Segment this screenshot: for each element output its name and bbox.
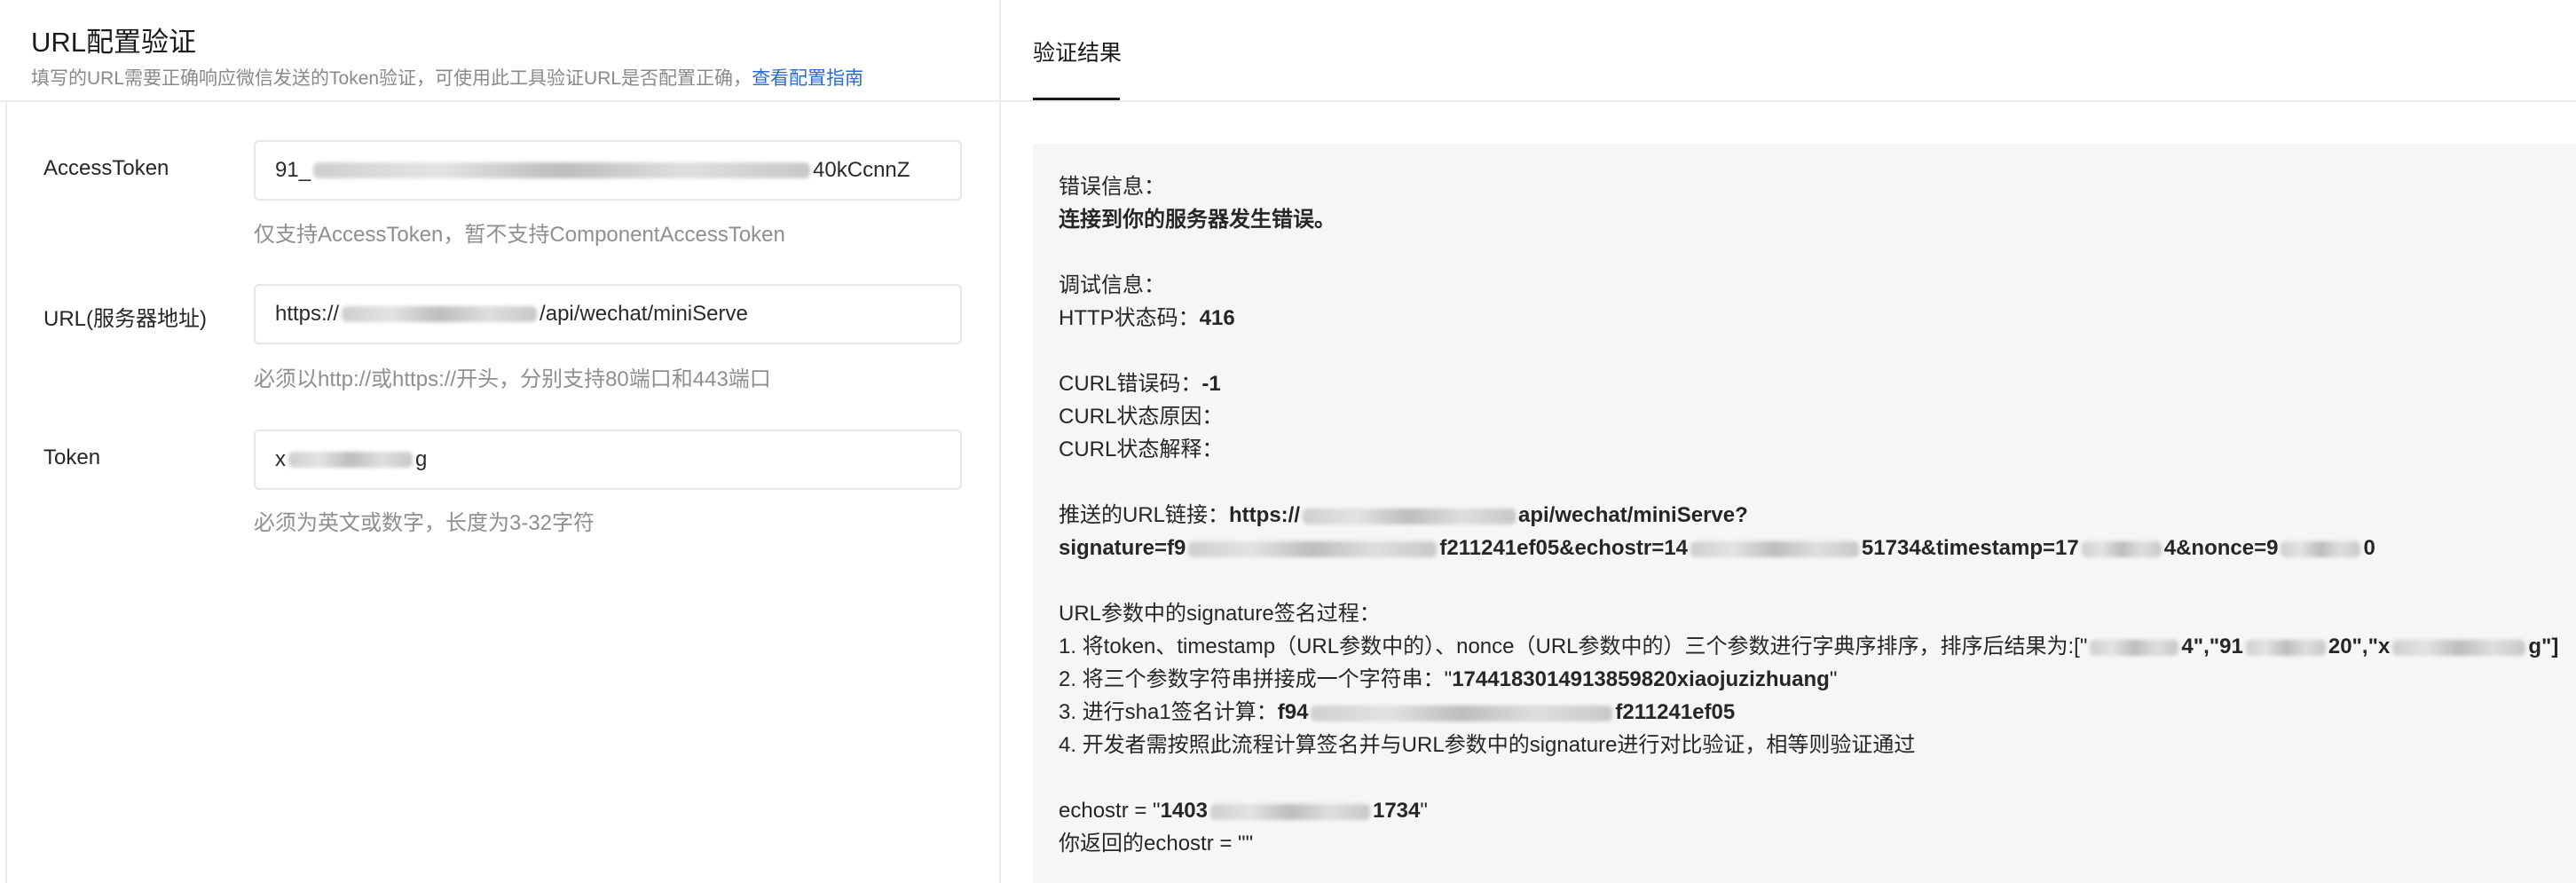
curl-error-value: -1	[1201, 372, 1221, 396]
redacted-value	[2245, 639, 2326, 656]
http-status-value: 416	[1199, 306, 1235, 330]
step3-text: 3. 进行sha1签名计算：	[1059, 700, 1278, 724]
url-label: URL(服务器地址)	[43, 307, 207, 331]
redacted-value	[288, 452, 413, 468]
step2-text: 2. 将三个参数字符串拼接成一个字符串："	[1059, 667, 1453, 691]
step1-v3-start: x	[2377, 635, 2391, 658]
step1-line: 1. 将token、timestamp（URL参数中的）、nonce（URL参数…	[1059, 630, 2576, 663]
redacted-value	[1311, 705, 1613, 721]
step1-text: 1. 将token、timestamp（URL参数中的）、nonce（URL参数…	[1059, 635, 2088, 658]
result-panel: 验证结果 错误信息： 连接到你的服务器发生错误。 调试信息： HTTP状态码：4…	[1001, 0, 2576, 883]
access-token-hint: 仅支持AccessToken，暂不支持ComponentAccessToken	[254, 223, 785, 247]
redacted-value	[313, 162, 811, 178]
error-label: 错误信息：	[1059, 175, 1165, 199]
push-url-part-b: f211241ef05&echostr=14	[1439, 536, 1688, 560]
step1-v2-start: 91	[2219, 635, 2243, 658]
url-value-start: https://	[275, 302, 340, 326]
step2-line: 2. 将三个参数字符串拼接成一个字符串："1744183014913859820…	[1059, 663, 2576, 696]
access-token-label: AccessToken	[43, 156, 169, 180]
sig-process-label: URL参数中的signature签名过程：	[1059, 602, 1381, 626]
access-token-value-end: 40kCcnnZ	[813, 158, 910, 182]
page-title: URL配置验证	[31, 27, 197, 58]
divider	[5, 100, 7, 883]
error-text-line: 连接到你的服务器发生错误。	[1059, 203, 2576, 236]
config-panel: URL配置验证 填写的URL需要正确响应微信发送的Token验证，可使用此工具验…	[0, 0, 1001, 883]
step1-v1-end: 4","	[2181, 635, 2220, 658]
subtitle-text: 填写的URL需要正确响应微信发送的Token验证，可使用此工具验证URL是否配置…	[31, 68, 752, 89]
step2-value: 1744183014913859820xiaojuzizhuang	[1452, 667, 1830, 691]
token-value-end: g	[415, 447, 428, 471]
echostr-label: echostr = "	[1059, 799, 1161, 823]
step3-value-start: f94	[1277, 700, 1309, 724]
redacted-value	[1188, 540, 1438, 557]
step3-value-end: f211241ef05	[1615, 700, 1736, 724]
active-tab-indicator	[1033, 98, 1120, 100]
redacted-value	[2392, 639, 2526, 656]
step2-close: "	[1829, 667, 1838, 691]
curl-error-label: CURL错误码：	[1059, 372, 1202, 396]
token-hint: 必须为英文或数字，长度为3-32字符	[254, 511, 595, 535]
token-label: Token	[43, 445, 101, 469]
url-input[interactable]: https:// /api/wechat/miniServe	[254, 284, 962, 344]
push-url-part-d: 4&nonce=9	[2163, 536, 2279, 560]
access-token-input[interactable]: 91_ 40kCcnnZ	[254, 140, 962, 201]
result-content: 错误信息： 连接到你的服务器发生错误。 调试信息： HTTP状态码：416 CU…	[1033, 144, 2576, 883]
push-url-part-e: 0	[2363, 536, 2375, 560]
redacted-value	[1690, 540, 1859, 557]
step1-v3-end: g"]	[2528, 635, 2559, 658]
http-status-label: HTTP状态码：	[1059, 306, 1200, 330]
tab-verify-result[interactable]: 验证结果	[1033, 35, 1122, 67]
push-url-end: api/wechat/miniServe?	[1518, 503, 1748, 527]
curl-reason-label: CURL状态原因：	[1059, 405, 1224, 429]
url-hint: 必须以http://或https://开头，分别支持80端口和443端口	[254, 367, 771, 391]
redacted-value	[2281, 540, 2361, 557]
push-url-part-a: signature=f9	[1059, 536, 1186, 560]
redacted-value	[2081, 540, 2162, 557]
debug-label: 调试信息：	[1059, 273, 1165, 297]
echostr-end: 1734	[1372, 799, 1421, 823]
token-input[interactable]: x g	[254, 430, 962, 490]
push-url-label: 推送的URL链接：	[1059, 503, 1230, 527]
redacted-value	[2090, 639, 2179, 656]
result-tabbar: 验证结果	[1001, 0, 2576, 102]
returned-echostr: 你返回的echostr = ""	[1059, 832, 1254, 855]
step4-text: 4. 开发者需按照此流程计算签名并与URL参数中的signature进行对比验证…	[1059, 733, 1916, 757]
config-guide-link[interactable]: 查看配置指南	[752, 68, 863, 89]
curl-explain-label: CURL状态解释：	[1059, 438, 1224, 461]
config-header: URL配置验证 填写的URL需要正确响应微信发送的Token验证，可使用此工具验…	[0, 0, 999, 102]
push-url-line2: signature=f9 f211241ef05&echostr=14 51734&…	[1059, 532, 2576, 564]
push-url-part-c: 51734&timestamp=17	[1861, 536, 2079, 560]
token-value-start: x	[275, 447, 286, 471]
echostr-start: 1403	[1160, 799, 1208, 823]
push-url-start: https://	[1229, 503, 1300, 527]
push-url-line1: 推送的URL链接：https:// api/wechat/miniServe?	[1059, 499, 2576, 532]
echostr-close: "	[1420, 799, 1428, 823]
page-subtitle: 填写的URL需要正确响应微信发送的Token验证，可使用此工具验证URL是否配置…	[31, 64, 863, 91]
url-value-end: /api/wechat/miniServe	[540, 302, 748, 326]
page: URL配置验证 填写的URL需要正确响应微信发送的Token验证，可使用此工具验…	[0, 0, 2576, 883]
http-status-line: HTTP状态码：416	[1059, 302, 2576, 335]
step1-v2-end: 20","	[2328, 635, 2378, 658]
redacted-value	[342, 306, 538, 322]
redacted-value	[1303, 508, 1516, 524]
curl-error-line: CURL错误码：-1	[1059, 367, 2576, 400]
echostr-line: echostr = "1403 1734"	[1059, 794, 2576, 827]
access-token-value-start: 91_	[275, 158, 311, 182]
redacted-value	[1209, 803, 1370, 820]
step3-line: 3. 进行sha1签名计算：f94 f211241ef05	[1059, 696, 2576, 729]
error-text: 连接到你的服务器发生错误。	[1059, 208, 1335, 232]
